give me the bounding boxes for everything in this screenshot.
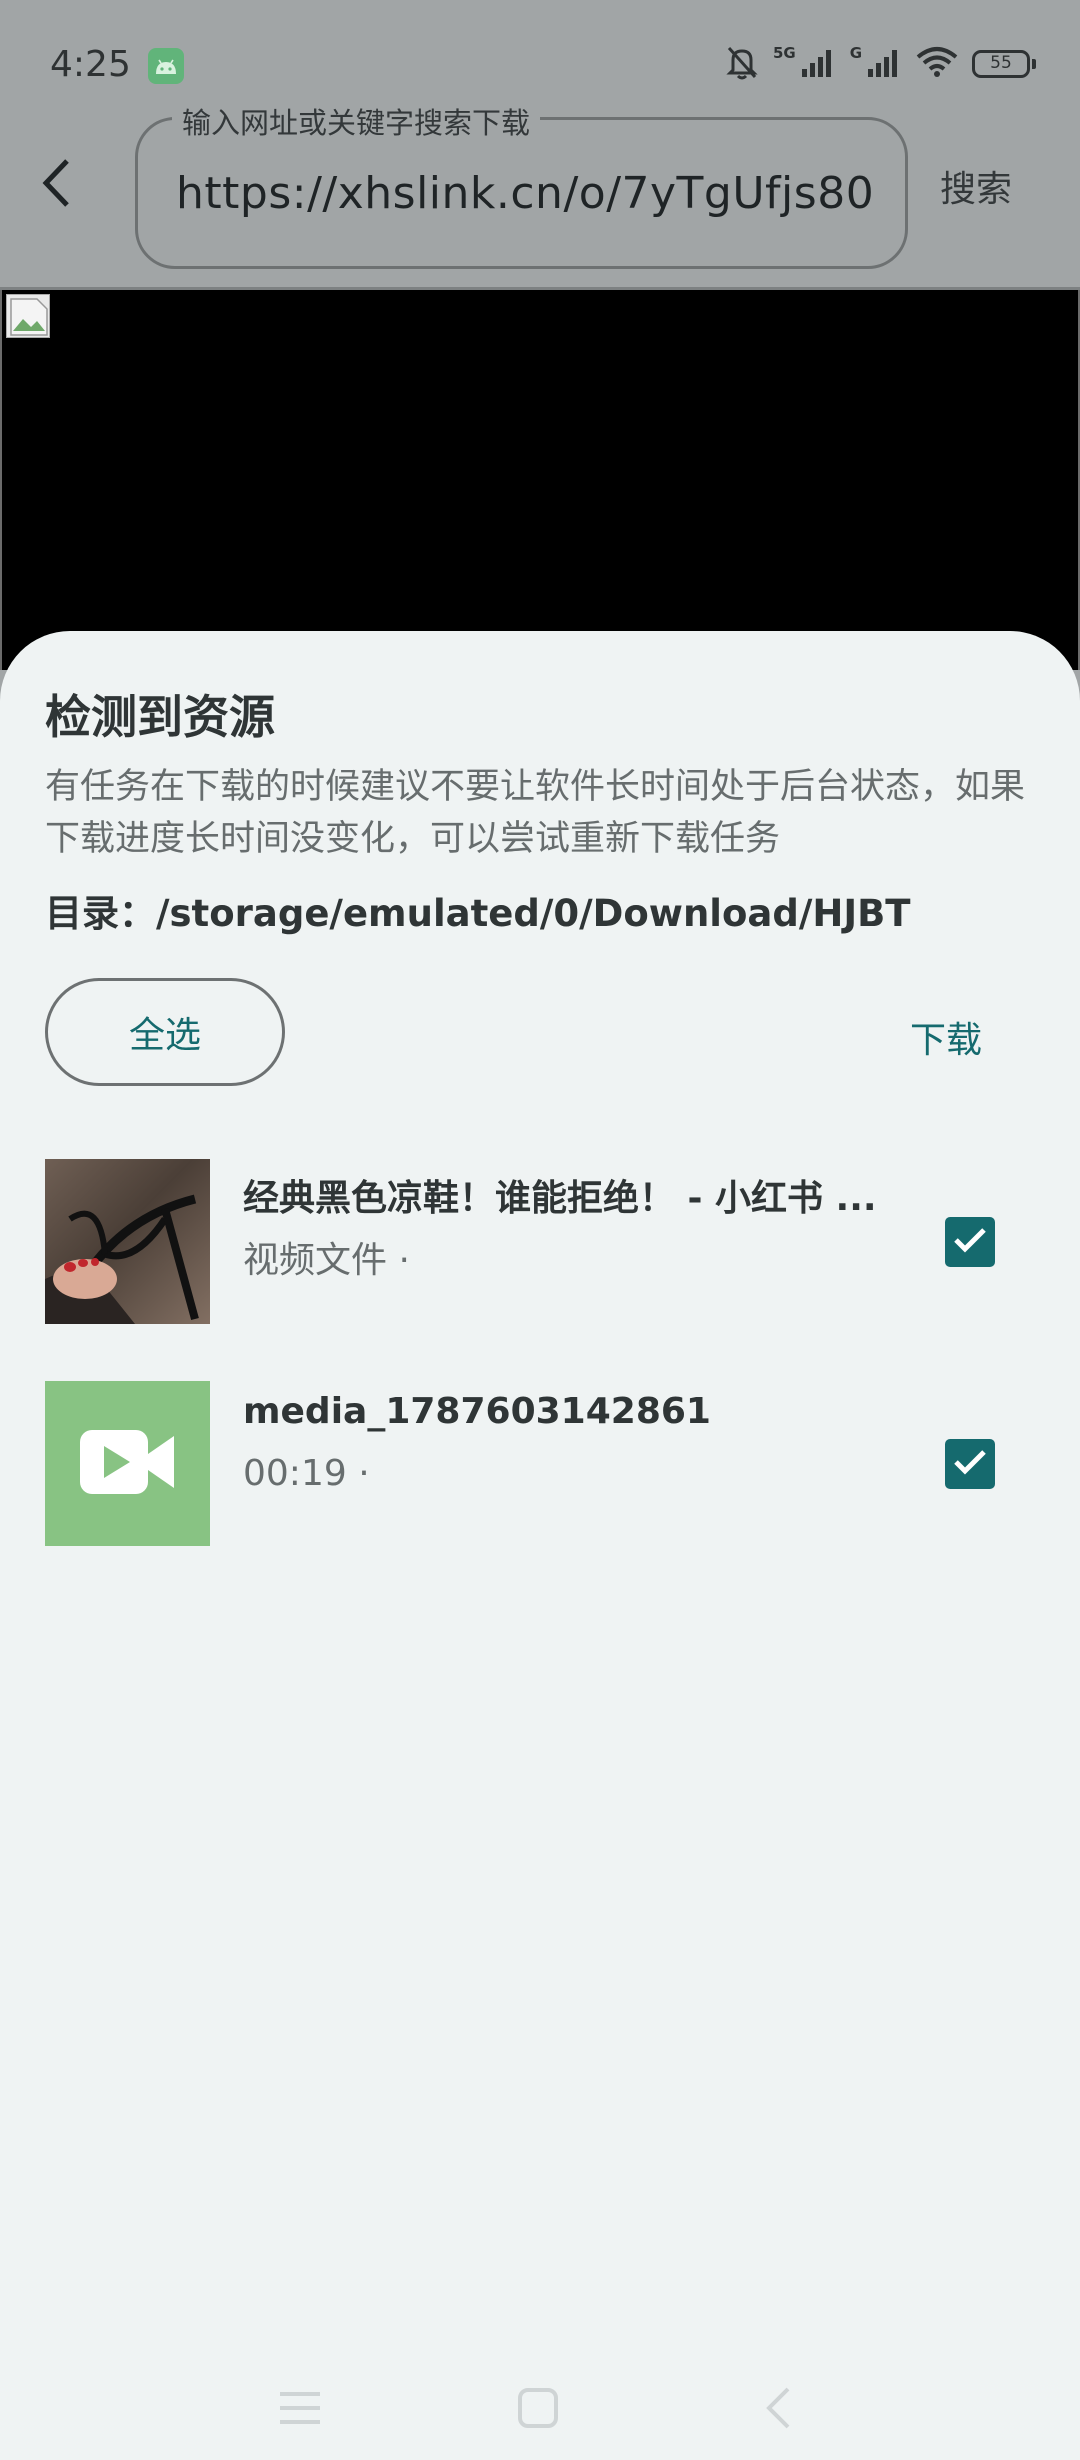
item-subtitle: 视频文件 ·: [243, 1240, 410, 1281]
item-title: media_1787603142861: [243, 1391, 711, 1432]
menu-icon: [278, 2390, 322, 2430]
chevron-left-icon: [41, 158, 71, 212]
item-checkbox[interactable]: [945, 1217, 995, 1267]
sheet-title: 检测到资源: [45, 690, 275, 744]
mute-bell-icon: [725, 44, 759, 84]
search-url-field[interactable]: 输入网址或关键字搜索下载 https://xhslink.cn/o/7yTgUf…: [135, 100, 908, 269]
signal-icon: [801, 47, 836, 81]
search-field-label: 输入网址或关键字搜索下载: [172, 100, 541, 142]
sandal-photo-thumbnail: [45, 1159, 210, 1324]
resources-bottom-sheet: 检测到资源 有任务在下载的时候建议不要让软件长时间处于后台状态，如果下载进度长时…: [0, 631, 1080, 2460]
video-thumbnail: [45, 1381, 210, 1546]
navigation-bar: [0, 2360, 1080, 2460]
home-square-icon: [517, 2387, 559, 2433]
wifi-icon: [916, 46, 958, 82]
home-button[interactable]: [508, 2380, 568, 2440]
back-button[interactable]: [28, 150, 84, 220]
status-time: 4:25: [50, 44, 131, 85]
battery-icon: 55: [972, 50, 1036, 78]
select-all-button[interactable]: 全选: [45, 978, 285, 1086]
chevron-left-icon: [764, 2386, 792, 2434]
list-item[interactable]: media_1787603142861 00:19 ·: [45, 1381, 1045, 1546]
broken-image-icon: [6, 294, 50, 338]
item-checkbox[interactable]: [945, 1439, 995, 1489]
download-button[interactable]: 下载: [910, 1011, 982, 1063]
sheet-description: 有任务在下载的时候建议不要让软件长时间处于后台状态，如果下载进度长时间没变化，可…: [45, 767, 1026, 859]
item-subtitle: 00:19 ·: [243, 1453, 370, 1494]
network-type-label: G: [849, 44, 862, 62]
recent-apps-button[interactable]: [270, 2380, 330, 2440]
video-camera-icon: [78, 1426, 178, 1502]
item-title: 经典黑色凉鞋！谁能拒绝！ - 小红书 ...: [243, 1178, 877, 1219]
check-icon: [953, 1226, 987, 1258]
nav-back-button[interactable]: [748, 2380, 808, 2440]
signal-icon: [868, 47, 902, 81]
network-type-label: 5G: [772, 44, 796, 62]
webview-area[interactable]: [0, 290, 1080, 670]
search-input[interactable]: https://xhslink.cn/o/7yTgUfjs80: [176, 168, 876, 219]
android-icon: [148, 48, 184, 84]
list-item[interactable]: 经典黑色凉鞋！谁能拒绝！ - 小红书 ... 视频文件 ·: [45, 1159, 1045, 1324]
status-bar: 4:25 5G G 55: [0, 0, 1080, 100]
check-icon: [953, 1448, 987, 1480]
search-button[interactable]: 搜索: [940, 160, 1012, 212]
download-directory: 目录：/storage/emulated/0/Download/HJBT: [45, 892, 911, 935]
